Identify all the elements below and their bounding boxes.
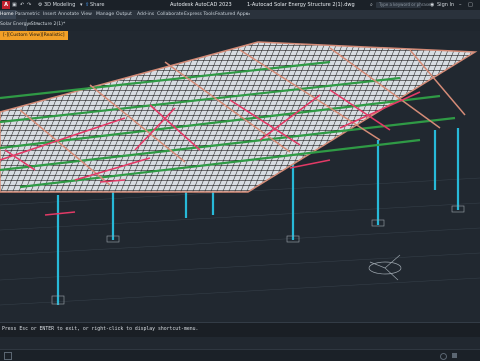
ribbon-tab-collaborate[interactable]: Collaborate bbox=[157, 10, 183, 19]
command-line[interactable]: Press Esc or ENTER to exit, or right-cli… bbox=[0, 322, 480, 337]
ribbon-tab-add-ins[interactable]: Add-ins bbox=[137, 10, 154, 19]
workspace-dropdown-icon[interactable]: ▾ bbox=[80, 0, 83, 10]
new-tab-icon[interactable]: + bbox=[36, 19, 40, 31]
settings-icon[interactable] bbox=[440, 353, 447, 360]
model-tab-icon[interactable] bbox=[4, 352, 12, 360]
save-icon[interactable]: ▣ bbox=[12, 0, 17, 10]
ribbon-tab-view[interactable]: View bbox=[81, 10, 92, 19]
file-tab-label: Solar Energy Structure 2(1)* bbox=[0, 22, 66, 27]
ground-grid bbox=[0, 177, 480, 306]
autocad-logo-icon[interactable]: A bbox=[2, 1, 10, 9]
ribbon-tab-featured-apps[interactable]: Featured Apps bbox=[215, 10, 248, 19]
ribbon-tab-express-tools[interactable]: Express Tools bbox=[184, 10, 215, 19]
command-prompt-text: Press Esc or ENTER to exit, or right-cli… bbox=[2, 327, 199, 332]
title-bar: A ▣ ↶ ↷ ⚙ 3D Modeling ▾ ⇪ Share Autodesk… bbox=[0, 0, 480, 10]
user-icon: ◉ bbox=[430, 2, 435, 8]
search-input[interactable]: Type a keyword or phrase bbox=[376, 2, 430, 8]
solar-structure-model bbox=[0, 41, 480, 306]
file-tab-active[interactable]: Solar Energy Structure 2(1)* bbox=[0, 19, 65, 31]
app-title: Autodesk AutoCAD 2023 bbox=[170, 2, 232, 8]
drawing-viewport[interactable] bbox=[0, 31, 480, 313]
ribbon-tab-annotate[interactable]: Annotate bbox=[58, 10, 79, 19]
ribbon-options-icon[interactable]: ▭ bbox=[246, 10, 250, 19]
ribbon-tab-insert[interactable]: Insert bbox=[43, 10, 56, 19]
undo-icon[interactable]: ↶ bbox=[20, 0, 24, 10]
solar-panel-array bbox=[0, 41, 478, 193]
ribbon-tab-parametric[interactable]: Parametric bbox=[15, 10, 40, 19]
status-bar bbox=[0, 349, 480, 361]
minimize-button[interactable]: – bbox=[459, 0, 462, 10]
workspace-selector[interactable]: 3D Modeling bbox=[44, 0, 75, 10]
share-icon[interactable]: ⇪ bbox=[85, 0, 89, 10]
file-tab-close-icon[interactable]: × bbox=[28, 19, 32, 31]
viewport-label[interactable]: [-][Custom View][Realistic] bbox=[0, 31, 68, 40]
file-title: 1-Autocad Solar Energy Structure 2(1).dw… bbox=[247, 2, 355, 8]
share-button[interactable]: Share bbox=[90, 0, 104, 10]
maximize-button[interactable]: □ bbox=[468, 0, 473, 10]
ribbon-tab-home[interactable]: Home bbox=[0, 10, 16, 19]
fullscreen-icon[interactable] bbox=[452, 353, 457, 358]
ribbon-tab-output[interactable]: Output bbox=[116, 10, 132, 19]
workspace-icon: ⚙ bbox=[38, 2, 43, 8]
sign-in-button[interactable]: Sign In bbox=[437, 0, 454, 10]
ribbon-tab-manage[interactable]: Manage bbox=[96, 10, 114, 19]
file-tab-bar: Solar Energy Structure 2(1)* × + bbox=[0, 19, 480, 31]
search-icon: ⌕ bbox=[370, 2, 373, 8]
redo-icon[interactable]: ↷ bbox=[27, 0, 31, 10]
